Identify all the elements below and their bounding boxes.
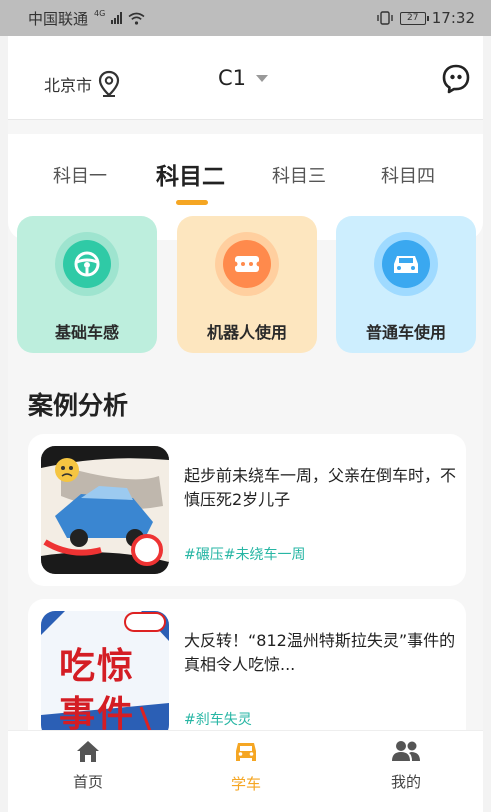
feature-label: 普通车使用 bbox=[365, 323, 446, 342]
main-page: 北京市 C1 科目一 科目二 科目三 科目四 基础车感 机器人使用 普通车使用 … bbox=[8, 36, 483, 812]
case-title: 起步前未绕车一周，父亲在倒车时，不慎压死2岁儿子 bbox=[184, 466, 457, 509]
active-tab-indicator bbox=[176, 200, 208, 205]
nav-label: 学车 bbox=[230, 775, 261, 793]
license-type-selector[interactable]: C1 bbox=[218, 66, 269, 90]
nav-home[interactable]: 首页 bbox=[48, 739, 128, 792]
nav-learn-driving[interactable]: 学车 bbox=[206, 739, 286, 794]
nav-label: 首页 bbox=[72, 773, 103, 791]
location-pin-icon bbox=[98, 70, 120, 97]
feature-robot-usage[interactable]: 机器人使用 bbox=[177, 216, 317, 353]
case-tags[interactable]: #碾压#未绕车一周 bbox=[184, 544, 305, 564]
case-thumbnail bbox=[41, 446, 169, 574]
battery-icon: 27 bbox=[399, 11, 429, 25]
top-header: 北京市 C1 bbox=[8, 36, 483, 120]
tab-subject-3[interactable]: 科目三 bbox=[272, 162, 326, 188]
battery-level: 27 bbox=[407, 13, 419, 23]
feature-regular-car-usage[interactable]: 普通车使用 bbox=[336, 216, 476, 353]
caret-down-icon bbox=[256, 74, 269, 82]
feature-icon-ring bbox=[215, 232, 279, 296]
thumbnail-text: 吃惊 bbox=[59, 646, 136, 687]
case-tags[interactable]: #刹车失灵 bbox=[184, 709, 252, 729]
case-title: 大反转！“812温州特斯拉失灵”事件的真相令人吃惊... bbox=[184, 631, 456, 674]
robot-icon bbox=[223, 240, 271, 288]
city-selector[interactable]: 北京市 bbox=[44, 70, 120, 98]
case-thumbnail: 吃惊 事件 bbox=[41, 611, 169, 739]
car-front-icon bbox=[236, 743, 256, 761]
tab-subject-1[interactable]: 科目一 bbox=[53, 162, 107, 188]
network-type: 4G bbox=[94, 8, 106, 18]
signal-icon bbox=[111, 12, 123, 24]
nav-profile[interactable]: 我的 bbox=[366, 739, 446, 792]
people-icon bbox=[392, 741, 420, 761]
nav-label: 我的 bbox=[390, 773, 421, 791]
clock: 17:32 bbox=[431, 9, 475, 27]
case-card[interactable]: 吃惊 事件 大反转！“812温州特斯拉失灵”事件的真相令人吃惊... #刹车失灵 bbox=[28, 599, 466, 749]
tab-subject-2[interactable]: 科目二 bbox=[156, 157, 225, 191]
status-bar: 中国联通 4G 27 17:32 bbox=[0, 0, 491, 36]
feature-icon-ring bbox=[374, 232, 438, 296]
home-icon bbox=[77, 741, 99, 762]
license-type-label: C1 bbox=[218, 66, 247, 90]
tab-subject-4[interactable]: 科目四 bbox=[381, 162, 435, 188]
carrier-label: 中国联通 bbox=[28, 9, 89, 28]
city-label: 北京市 bbox=[44, 76, 93, 95]
vibrate-icon bbox=[377, 11, 393, 25]
case-card[interactable]: 起步前未绕车一周，父亲在倒车时，不慎压死2岁儿子 #碾压#未绕车一周 bbox=[28, 434, 466, 586]
feature-basic-car-sense[interactable]: 基础车感 bbox=[17, 216, 157, 353]
bottom-navigation: 首页 学车 我的 bbox=[8, 730, 483, 812]
feature-label: 机器人使用 bbox=[206, 323, 287, 342]
car-icon bbox=[382, 240, 430, 288]
section-title: 案例分析 bbox=[28, 391, 129, 420]
feature-label: 基础车感 bbox=[54, 323, 119, 342]
chat-bubble-icon bbox=[442, 64, 470, 94]
wifi-icon bbox=[128, 12, 145, 25]
steering-wheel-icon bbox=[63, 240, 111, 288]
chat-button[interactable] bbox=[442, 64, 470, 98]
feature-icon-ring bbox=[55, 232, 119, 296]
